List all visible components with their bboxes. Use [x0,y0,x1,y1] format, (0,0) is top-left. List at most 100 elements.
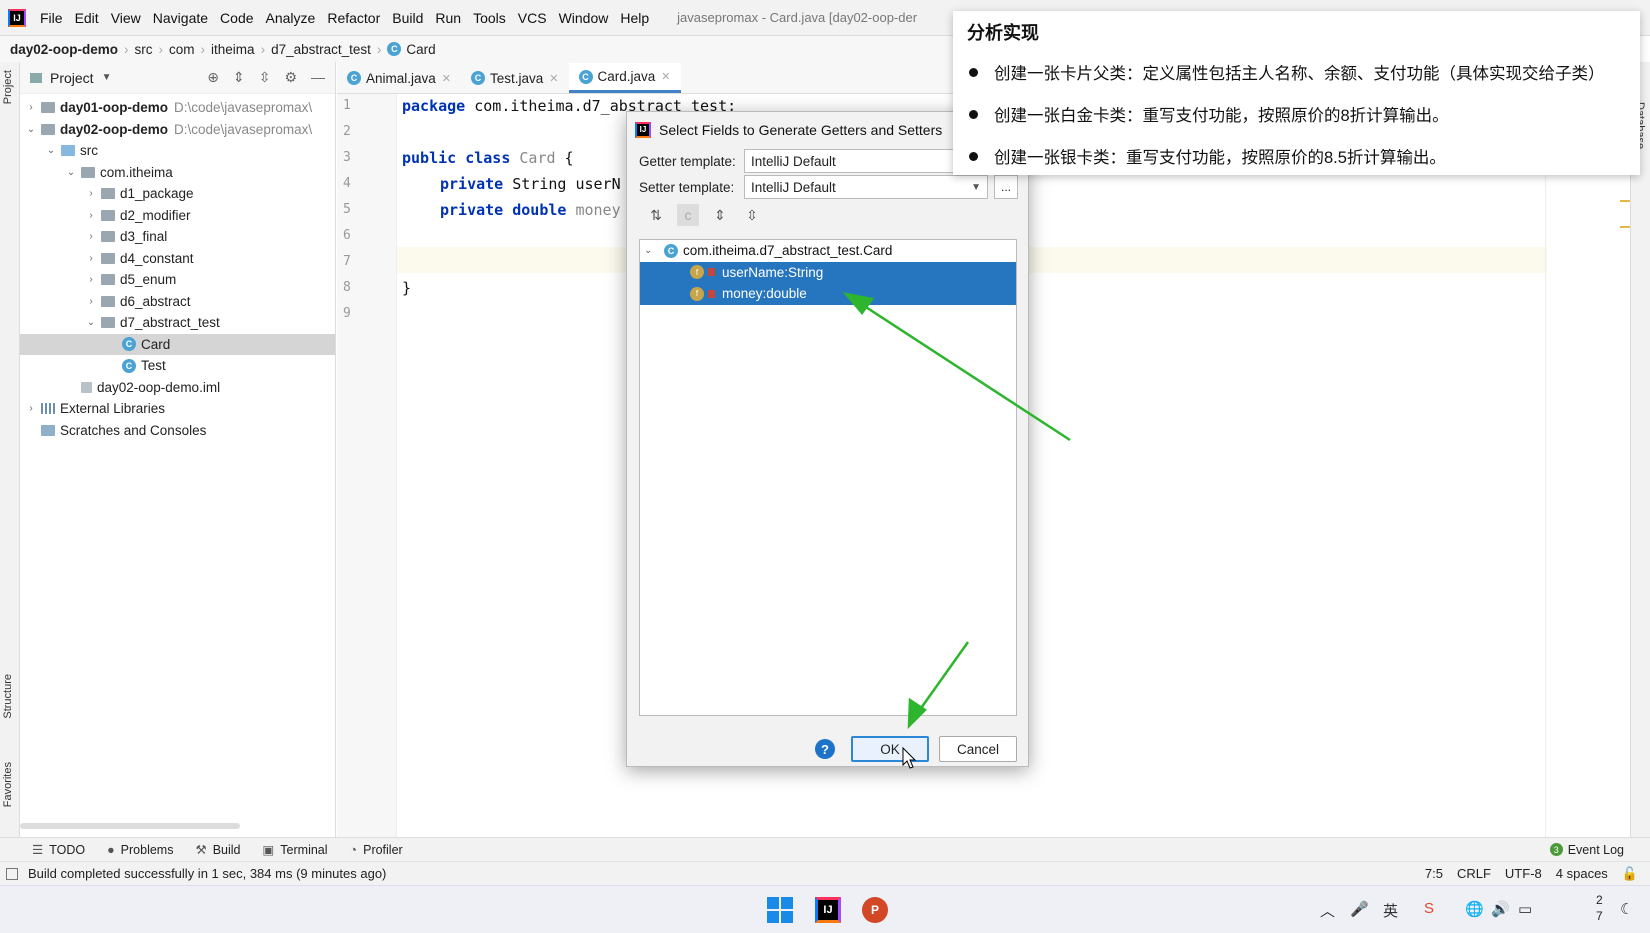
chevron-down-icon[interactable]: ⌄ [64,167,78,178]
chevron-down-icon[interactable]: ⌄ [44,145,58,156]
tree-item[interactable]: › d5_enum [20,269,335,291]
menu-run[interactable]: Run [429,10,467,26]
expand-all-icon[interactable]: ⇕ [233,69,245,86]
tab-animal-java[interactable]: C Animal.java ✕ [337,63,461,93]
chevron-right-icon[interactable]: › [84,188,98,199]
tree-item[interactable]: › d1_package [20,183,335,205]
chevron-down-icon[interactable]: ⌄ [84,317,98,328]
battery-icon[interactable]: ▭ [1518,900,1532,918]
line-separator[interactable]: CRLF [1457,866,1491,882]
status-toggle-icon[interactable] [6,867,18,880]
tree-item[interactable]: › d2_modifier [20,205,335,227]
tree-item[interactable]: ⌄ d7_abstract_test [20,312,335,334]
caret-position[interactable]: 7:5 [1425,866,1443,882]
field-item-money[interactable]: f money:double [640,283,1016,305]
tab-test-java[interactable]: C Test.java ✕ [461,63,569,93]
project-tool-button[interactable]: Project [2,70,14,104]
menu-navigate[interactable]: Navigate [147,10,214,26]
field-item-username[interactable]: f userName:String [640,261,1016,283]
problems-tool-button[interactable]: ● Problems [107,843,173,857]
tree-item[interactable]: C Test [20,355,335,377]
tree-item[interactable]: › External Libraries [20,398,335,420]
intellij-taskbar-icon[interactable]: IJ [813,895,843,925]
collapse-all-icon[interactable]: ⇳ [259,69,271,86]
breadcrumb-package[interactable]: d7_abstract_test [271,42,371,57]
profiler-tool-button[interactable]: ◔ Profiler [350,843,403,857]
menu-window[interactable]: Window [553,10,615,26]
minimize-icon[interactable]: — [311,69,325,86]
chevron-down-icon[interactable]: ⌄ [24,124,38,135]
app-tray-icon[interactable]: S [1424,900,1434,917]
sort-alphabetically-icon[interactable]: ⇅ [645,204,667,226]
breadcrumb-class[interactable]: Card [406,42,435,57]
chevron-up-icon[interactable]: ︿ [1320,900,1335,921]
ok-button[interactable]: OK [851,736,929,762]
notification-icon[interactable]: ☾ [1620,900,1633,918]
tree-item[interactable]: ⌄ day02-oop-demo D:\code\javasepromax\ [20,119,335,141]
tree-item[interactable]: C Card [20,333,335,355]
event-log-button[interactable]: 3 Event Log [1549,843,1624,857]
menu-build[interactable]: Build [386,10,429,26]
menu-vcs[interactable]: VCS [512,10,553,26]
getter-template-select[interactable]: IntelliJ Default ▼ [744,149,988,173]
expand-all-icon[interactable]: ⇕ [709,204,731,226]
tree-item[interactable]: › day01-oop-demo D:\code\javasepromax\ [20,97,335,119]
chevron-right-icon[interactable]: › [84,253,98,264]
warning-marker[interactable] [1620,226,1630,228]
close-icon[interactable]: ✕ [661,70,670,83]
breadcrumb-project[interactable]: day02-oop-demo [10,42,118,57]
setter-template-select[interactable]: IntelliJ Default ▼ [744,175,988,199]
close-icon[interactable]: ✕ [549,72,558,85]
menu-analyze[interactable]: Analyze [260,10,322,26]
gear-icon[interactable]: ⚙ [284,69,297,86]
chevron-down-icon[interactable]: ▼ [102,72,112,83]
menu-help[interactable]: Help [614,10,655,26]
horizontal-scrollbar[interactable] [20,823,240,829]
tree-item[interactable]: Scratches and Consoles [20,420,335,442]
chevron-right-icon[interactable]: › [24,102,38,113]
menu-edit[interactable]: Edit [69,10,105,26]
breadcrumb-src[interactable]: src [135,42,153,57]
tree-item[interactable]: › d6_abstract [20,291,335,313]
show-classes-icon[interactable]: c [677,204,699,226]
speaker-icon[interactable]: 🔊 [1491,900,1510,918]
terminal-tool-button[interactable]: ▣ Terminal [262,842,327,858]
structure-tool-button[interactable]: Structure [2,674,14,719]
locate-icon[interactable]: ⊕ [207,69,219,86]
menu-view[interactable]: View [105,10,147,26]
build-tool-button[interactable]: ⚒ Build [195,842,240,858]
setter-template-more-button[interactable]: ... [994,175,1018,199]
network-icon[interactable]: 🌐 [1465,900,1484,918]
chevron-down-icon[interactable]: ⌄ [644,245,658,256]
tree-item[interactable]: › d3_final [20,226,335,248]
tree-item[interactable]: › d4_constant [20,248,335,270]
project-panel-title[interactable]: Project [50,70,94,86]
chevron-right-icon[interactable]: › [84,231,98,242]
breadcrumb-com[interactable]: com [169,42,195,57]
cancel-button[interactable]: Cancel [939,736,1017,762]
windows-start-icon[interactable] [765,895,795,925]
indent-setting[interactable]: 4 spaces [1556,866,1608,882]
help-icon[interactable]: ? [815,739,835,759]
powerpoint-taskbar-icon[interactable]: P [860,895,890,925]
close-icon[interactable]: ✕ [442,72,451,85]
tree-item[interactable]: day02-oop-demo.iml [20,377,335,399]
input-method-icon[interactable]: 英 [1383,900,1398,921]
menu-file[interactable]: File [34,10,69,26]
warning-marker[interactable] [1620,200,1630,202]
chevron-right-icon[interactable]: › [84,210,98,221]
file-encoding[interactable]: UTF-8 [1505,866,1542,882]
chevron-right-icon[interactable]: › [84,274,98,285]
microphone-icon[interactable]: 🎤 [1350,900,1369,918]
menu-refactor[interactable]: Refactor [321,10,386,26]
favorites-tool-button[interactable]: Favorites [2,762,14,807]
menu-tools[interactable]: Tools [467,10,512,26]
tab-card-java[interactable]: C Card.java ✕ [568,63,681,93]
clock[interactable]: 27 [1596,892,1603,924]
tree-item[interactable]: ⌄ com.itheima [20,162,335,184]
chevron-right-icon[interactable]: › [84,296,98,307]
tree-item[interactable]: ⌄ src [20,140,335,162]
chevron-right-icon[interactable]: › [24,403,38,414]
lock-icon[interactable]: 🔓 [1622,866,1638,882]
collapse-all-icon[interactable]: ⇳ [741,204,763,226]
